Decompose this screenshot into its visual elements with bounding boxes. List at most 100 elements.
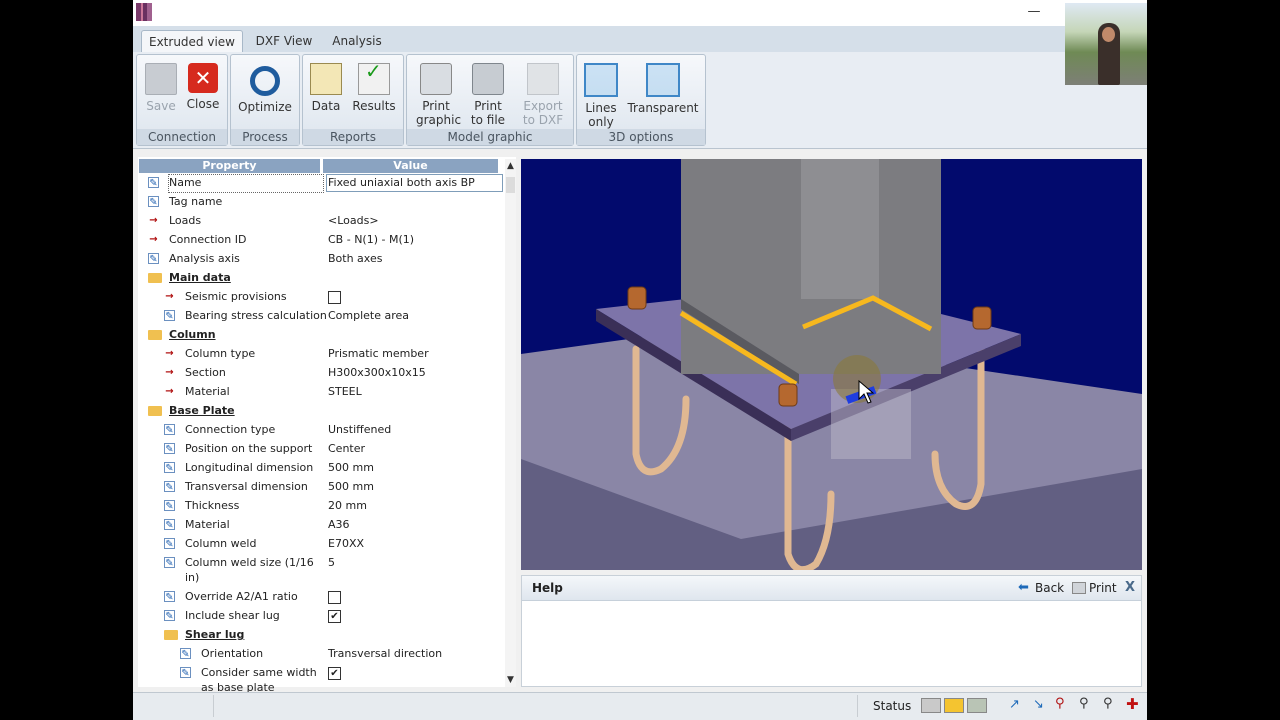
property-name: Seismic provisions <box>185 290 287 303</box>
results-icon: ✓ <box>358 61 390 95</box>
property-name: Transversal dimension <box>185 480 308 493</box>
property-row[interactable]: → Seismic provisions <box>138 288 498 307</box>
property-checkbox[interactable] <box>328 291 341 304</box>
property-row[interactable]: ✎ Thickness 20 mm <box>138 497 498 516</box>
property-row[interactable]: ✎ Tag name <box>138 193 498 212</box>
transparent-button[interactable]: Transparent <box>627 61 699 115</box>
folder-icon <box>148 273 162 283</box>
property-name: Base Plate <box>169 404 235 417</box>
linked-property-icon: → <box>165 348 174 359</box>
property-name: Thickness <box>185 499 240 512</box>
back-arrow-icon: ⬅ <box>1018 580 1029 595</box>
property-name: Position on the support <box>185 442 313 455</box>
status-indicator-gray <box>921 698 941 713</box>
help-print-button[interactable]: Print <box>1089 581 1117 595</box>
property-row[interactable]: ✎ Include shear lug ✔ <box>138 607 498 626</box>
property-category-row[interactable]: Column <box>138 326 498 345</box>
property-row[interactable]: ✎ Analysis axis Both axes <box>138 250 498 269</box>
results-button[interactable]: ✓ Results <box>351 61 397 113</box>
property-checkbox[interactable]: ✔ <box>328 610 341 623</box>
property-grid: Property Value ✎ Name Fixed uniaxial both … <box>138 157 516 694</box>
export-dxf-icon <box>527 63 559 95</box>
property-row[interactable]: ✎ Transversal dimension 500 mm <box>138 478 498 497</box>
lines-only-button[interactable]: Lines only <box>583 61 619 129</box>
property-row[interactable]: ✎ Column weld E70XX <box>138 535 498 554</box>
print-graphic-button[interactable]: Print graphic <box>413 61 462 127</box>
property-row[interactable]: → Section H300x300x10x15 <box>138 364 498 383</box>
print-graphic-label: Print graphic <box>416 99 462 127</box>
property-row[interactable]: → Material STEEL <box>138 383 498 402</box>
group-label-3d-options: 3D options <box>577 129 705 145</box>
help-close-button[interactable]: X <box>1125 580 1135 595</box>
ribbon-tab-bar: Extruded view DXF View Analysis <box>133 26 1147 53</box>
edit-property-icon: ✎ <box>180 648 191 660</box>
close-button[interactable]: ✕ Close <box>185 61 221 111</box>
property-checkbox[interactable]: ✔ <box>328 667 341 680</box>
property-row[interactable]: ✎ Position on the support Center <box>138 440 498 459</box>
property-checkbox[interactable] <box>328 591 341 604</box>
data-button[interactable]: Data <box>309 61 343 113</box>
edit-property-icon: ✎ <box>164 443 175 455</box>
tab-dxf-view[interactable]: DXF View <box>249 30 319 52</box>
edit-property-icon: ✎ <box>164 424 175 436</box>
property-grid-scrollbar[interactable]: ▲ ▼ <box>505 159 516 687</box>
tab-analysis[interactable]: Analysis <box>329 30 385 52</box>
optimize-icon <box>250 66 280 96</box>
help-toolbar: Help ⬅ Back Print X <box>522 576 1141 601</box>
property-row[interactable]: ✎ Override A2/A1 ratio <box>138 588 498 607</box>
title-bar: — □ ✕ <box>133 0 1147 26</box>
property-name: Column weld <box>185 537 257 550</box>
zoom-out-icon[interactable]: ⚲ <box>1103 696 1113 711</box>
bolt-nut <box>627 286 647 310</box>
move-icon[interactable]: ✚ <box>1126 695 1139 713</box>
property-value: H300x300x10x15 <box>328 366 426 379</box>
linked-property-icon: → <box>165 291 174 302</box>
optimize-button[interactable]: Optimize <box>237 61 293 114</box>
3d-viewport[interactable] <box>521 159 1142 570</box>
property-category-row[interactable]: Main data <box>138 269 498 288</box>
property-row[interactable]: → Column type Prismatic member <box>138 345 498 364</box>
property-value[interactable]: Fixed uniaxial both axis BP <box>328 176 475 189</box>
property-value: 500 mm <box>328 461 374 474</box>
property-category-row[interactable]: Shear lug <box>138 626 498 645</box>
property-row[interactable]: ✎ Material A36 <box>138 516 498 535</box>
edit-property-icon: ✎ <box>164 591 175 603</box>
base-plate-model <box>521 159 1142 570</box>
minimize-button[interactable]: — <box>1023 3 1045 21</box>
property-row[interactable]: ✎ Column weld size (1/16 in) 5 <box>138 554 498 588</box>
property-name: Analysis axis <box>169 252 240 265</box>
property-value: <Loads> <box>328 214 379 227</box>
print-to-file-button[interactable]: Print to file <box>465 61 511 127</box>
zoom-in-icon[interactable]: ⚲ <box>1079 696 1089 711</box>
scroll-up-arrow[interactable]: ▲ <box>507 161 514 171</box>
linked-property-icon: → <box>165 367 174 378</box>
property-category-row[interactable]: Base Plate <box>138 402 498 421</box>
save-button[interactable]: Save <box>143 61 179 113</box>
help-title: Help <box>532 581 563 595</box>
property-name: Tag name <box>169 195 223 208</box>
tab-extruded-view[interactable]: Extruded view <box>141 30 243 53</box>
view-pan-icon[interactable]: ↘ <box>1033 697 1044 712</box>
zoom-window-icon[interactable]: ⚲ <box>1055 696 1065 711</box>
status-pane <box>217 695 858 717</box>
group-model-graphic: Print graphic Print to file Export to DX… <box>406 54 574 146</box>
property-value: 5 <box>328 556 335 569</box>
help-back-button[interactable]: Back <box>1035 581 1064 595</box>
group-reports: Data ✓ Results Reports <box>302 54 404 146</box>
shear-lug <box>831 389 911 459</box>
scroll-down-arrow[interactable]: ▼ <box>507 675 514 685</box>
status-indicator-yellow <box>944 698 964 713</box>
property-row[interactable]: ✎ Name Fixed uniaxial both axis BP <box>138 174 503 193</box>
view-rotate-icon[interactable]: ↗ <box>1009 697 1020 712</box>
property-row[interactable]: ✎ Orientation Transversal direction <box>138 645 498 664</box>
property-row[interactable]: ✎ Connection type Unstiffened <box>138 421 498 440</box>
folder-icon <box>148 330 162 340</box>
property-row[interactable]: → Loads <Loads> <box>138 212 498 231</box>
scrollbar-thumb[interactable] <box>506 177 515 193</box>
property-row[interactable]: ✎ Longitudinal dimension 500 mm <box>138 459 498 478</box>
property-row[interactable]: → Connection ID CB - N(1) - M(1) <box>138 231 498 250</box>
property-row[interactable]: ✎ Bearing stress calculation Complete area <box>138 307 498 326</box>
export-dxf-button[interactable]: Export to DXF <box>519 61 567 127</box>
results-button-label: Results <box>352 99 396 113</box>
status-indicator-green <box>967 698 987 713</box>
